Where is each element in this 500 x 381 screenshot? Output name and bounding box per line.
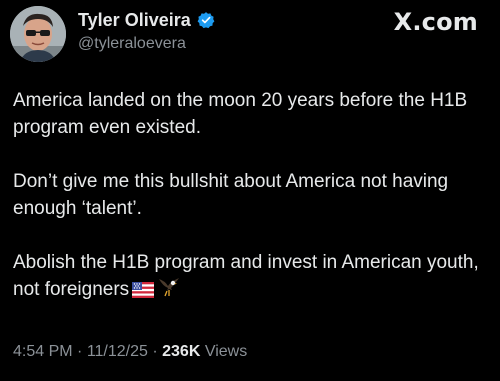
views-label: Views — [204, 343, 248, 360]
meta-separator: · — [147, 343, 163, 360]
avatar[interactable] — [10, 6, 66, 62]
tweet-text: America landed on the moon 20 years befo… — [13, 87, 487, 306]
eagle-icon — [157, 276, 181, 306]
tweet-paragraph-text: Abolish the H1B program and invest in Am… — [13, 252, 479, 300]
meta-separator: · — [72, 343, 87, 360]
brand-logo: X.com — [393, 8, 478, 36]
author-name[interactable]: Tyler Oliveira — [78, 9, 191, 31]
avatar-image — [10, 6, 66, 62]
tweet-card: Tyler Oliveira @tyleraloevera X.com Amer… — [0, 0, 500, 381]
tweet-time[interactable]: 4:54 PM — [13, 343, 73, 360]
us-flag-icon — [132, 279, 155, 306]
views-count: 236K — [162, 343, 201, 360]
tweet-paragraph: America landed on the moon 20 years befo… — [13, 90, 468, 138]
tweet-date[interactable]: 11/12/25 — [87, 343, 148, 360]
tweet-meta: 4:54 PM · 11/12/25 · 236K Views — [13, 342, 247, 362]
tweet-paragraph: Don’t give me this bullshit about Americ… — [13, 171, 449, 219]
verified-badge-icon — [197, 11, 215, 29]
author-row: Tyler Oliveira — [78, 9, 215, 31]
tweet-paragraph-last: Abolish the H1B program and invest in Am… — [13, 249, 487, 306]
author-handle[interactable]: @tyleraloevera — [78, 34, 186, 54]
